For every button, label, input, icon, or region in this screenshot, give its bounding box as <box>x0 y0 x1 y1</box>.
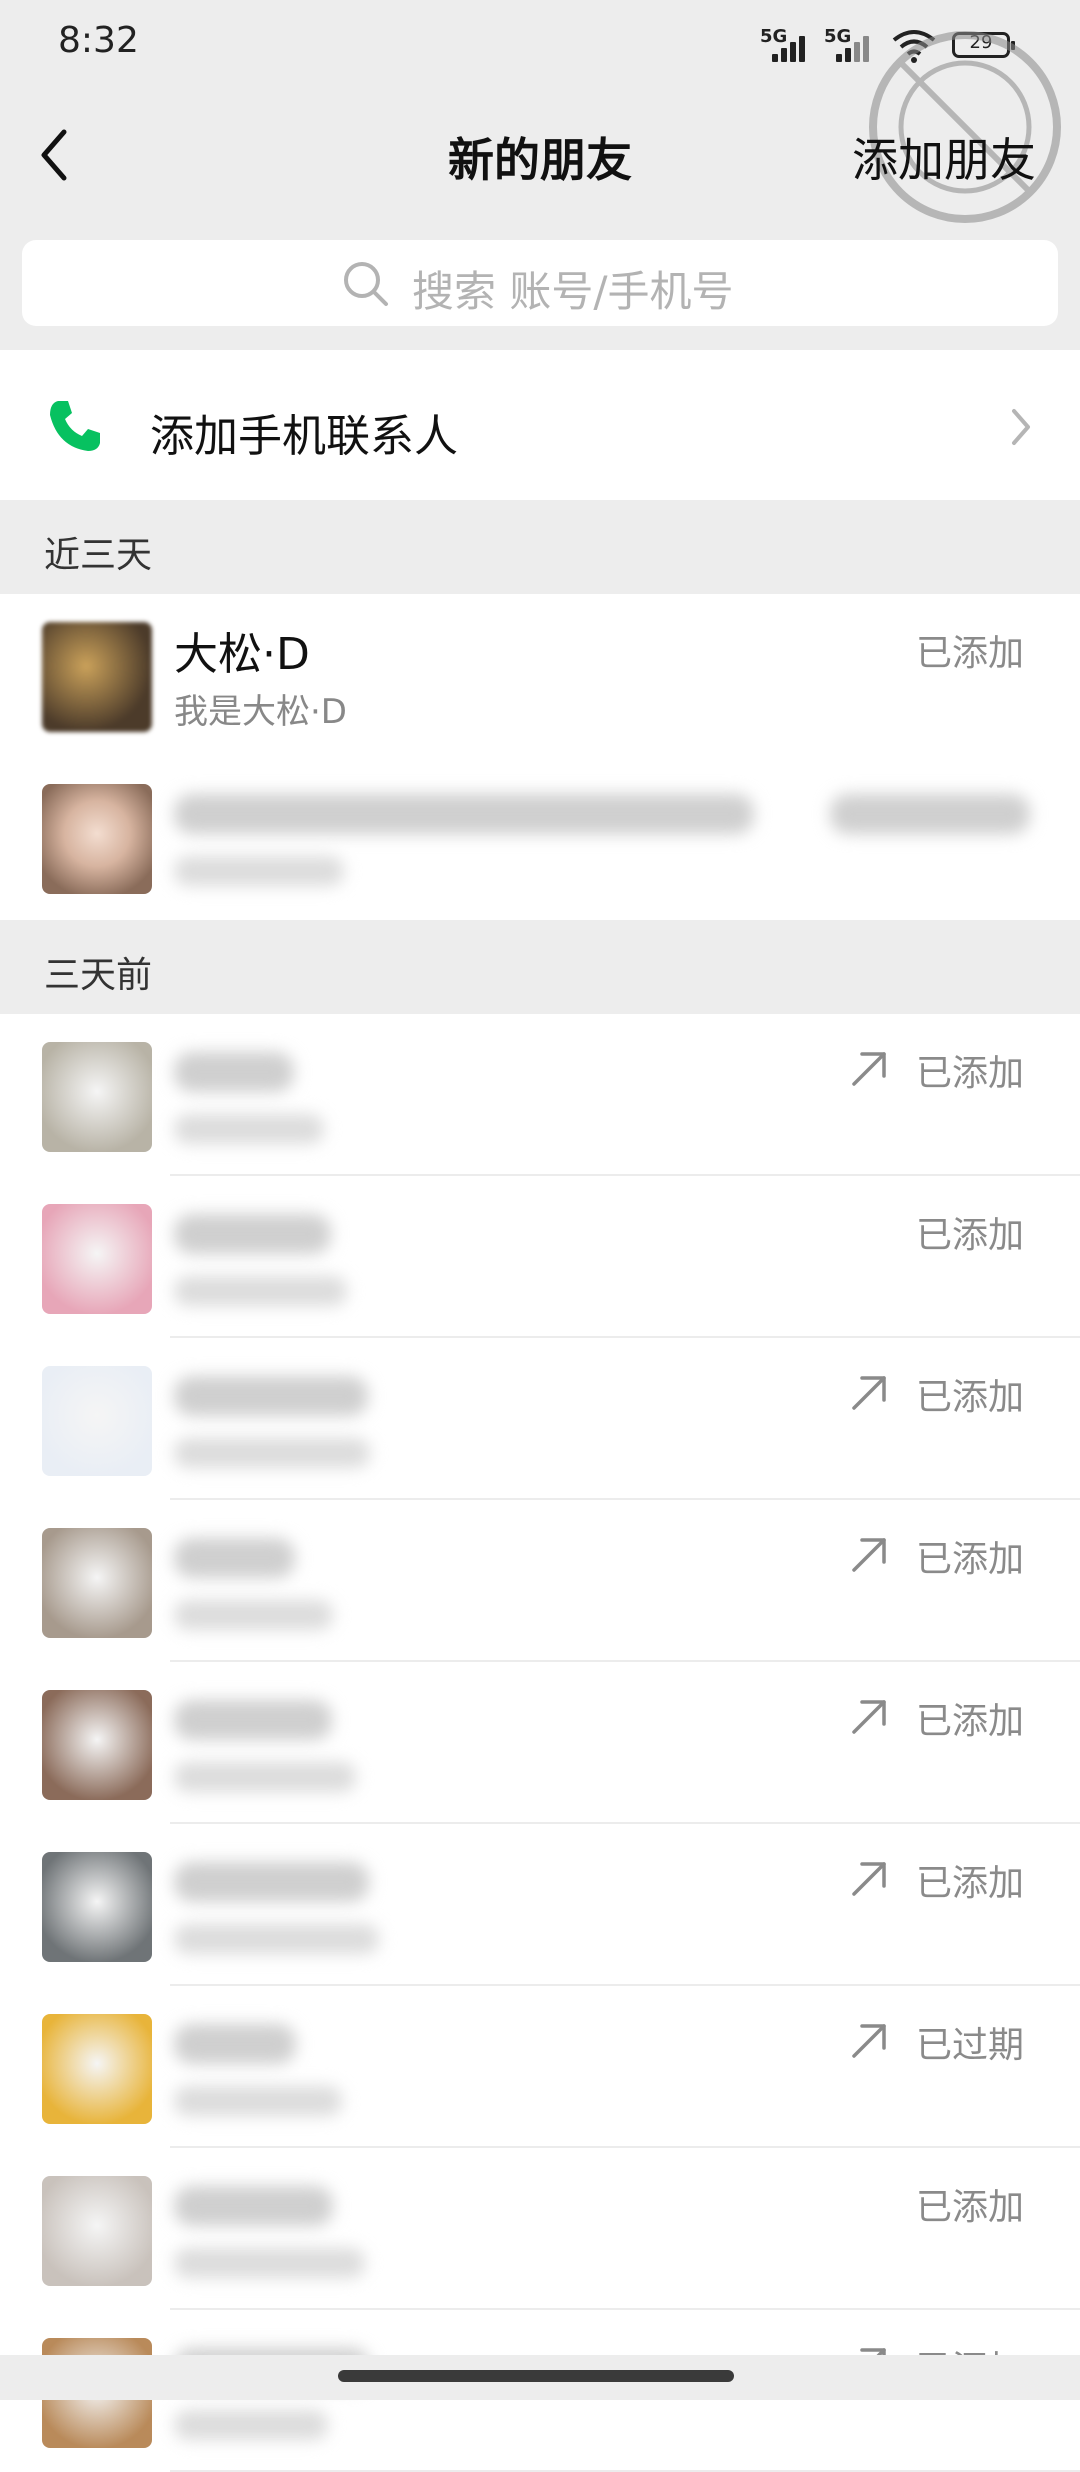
friend-request-item[interactable]: 已添加 <box>0 1824 1080 1986</box>
request-status: 已添加 <box>915 1863 1024 1904</box>
request-status: 已过期 <box>915 2025 1024 2066</box>
friend-request-item[interactable]: 已添加 <box>0 1176 1080 1338</box>
status-time: 8:32 <box>58 20 139 61</box>
avatar <box>42 2014 152 2124</box>
blurred-note <box>174 2410 328 2440</box>
request-status: 已添加 <box>915 2187 1024 2228</box>
forwarded-arrow-icon <box>852 1862 886 1896</box>
blurred-name <box>174 1862 369 1902</box>
friend-request-item[interactable]: 大松·D 我是大松·D 已添加 <box>0 594 1080 756</box>
avatar <box>42 784 152 894</box>
request-status: 已添加 <box>915 1053 1024 1094</box>
blurred-note <box>174 1924 379 1954</box>
friend-request-item[interactable]: 已添加 <box>0 1662 1080 1824</box>
request-status: 已添加 <box>915 1215 1024 1256</box>
section-header-older: 三天前 <box>0 920 1080 1014</box>
blurred-note <box>174 2086 342 2116</box>
blurred-name <box>174 1700 332 1740</box>
phone-icon <box>50 401 100 451</box>
avatar <box>42 1366 152 1476</box>
blurred-note <box>174 1276 347 1306</box>
blurred-note <box>174 2248 365 2278</box>
friend-note: 我是大松·D <box>174 692 347 732</box>
blurred-name <box>174 1376 368 1416</box>
friend-name: 大松·D <box>174 629 310 680</box>
avatar <box>42 1042 152 1152</box>
search-bar[interactable]: 搜索 账号/手机号 <box>22 240 1058 326</box>
friend-request-item[interactable] <box>0 756 1080 920</box>
blurred-name <box>174 1538 295 1578</box>
blurred-name <box>174 1052 294 1092</box>
search-icon <box>344 262 388 306</box>
forwarded-arrow-icon <box>852 1538 886 1572</box>
friend-request-item[interactable]: 已添加 <box>0 2148 1080 2310</box>
blurred-name <box>174 1214 331 1254</box>
friend-request-item[interactable]: 已添加 <box>0 1338 1080 1500</box>
blurred-note <box>174 1762 356 1792</box>
request-status: 已添加 <box>915 1377 1024 1418</box>
blurred-status <box>830 794 1030 834</box>
section-title: 近三天 <box>44 535 153 576</box>
home-indicator[interactable] <box>338 2370 734 2382</box>
blurred-name <box>174 2024 296 2064</box>
avatar <box>42 622 152 732</box>
search-placeholder: 搜索 账号/手机号 <box>412 267 734 316</box>
add-friend-button[interactable]: 添加朋友 <box>852 124 1036 190</box>
chevron-right-icon <box>1012 409 1030 445</box>
avatar <box>42 1690 152 1800</box>
forwarded-arrow-icon <box>852 2024 886 2058</box>
nav-bar: 新的朋友 添加朋友 <box>0 90 1080 220</box>
forwarded-arrow-icon <box>852 1700 886 1734</box>
request-status: 已添加 <box>915 633 1024 674</box>
forwarded-arrow-icon <box>852 1376 886 1410</box>
friend-request-item[interactable]: 已添加 <box>0 1014 1080 1176</box>
friend-request-item[interactable]: 已过期 <box>0 1986 1080 2148</box>
section-title: 三天前 <box>44 955 153 996</box>
request-status: 已添加 <box>915 1701 1024 1742</box>
request-status: 已添加 <box>915 1539 1024 1580</box>
blurred-name <box>174 794 754 834</box>
friend-request-item[interactable]: 已添加 <box>0 1500 1080 1662</box>
blurred-note <box>174 1114 324 1144</box>
blurred-note <box>174 856 344 886</box>
avatar <box>42 1528 152 1638</box>
avatar <box>42 2176 152 2286</box>
add-phone-contacts-row[interactable]: 添加手机联系人 <box>0 350 1080 500</box>
signal-icon-sim1: 5G <box>760 26 820 62</box>
blurred-note <box>174 1438 370 1468</box>
blurred-name <box>174 2186 333 2226</box>
forwarded-arrow-icon <box>852 1052 886 1086</box>
avatar <box>42 1852 152 1962</box>
avatar <box>42 1204 152 1314</box>
blurred-note <box>174 1600 333 1630</box>
add-phone-contacts-label: 添加手机联系人 <box>150 411 458 462</box>
section-header-recent: 近三天 <box>0 500 1080 594</box>
